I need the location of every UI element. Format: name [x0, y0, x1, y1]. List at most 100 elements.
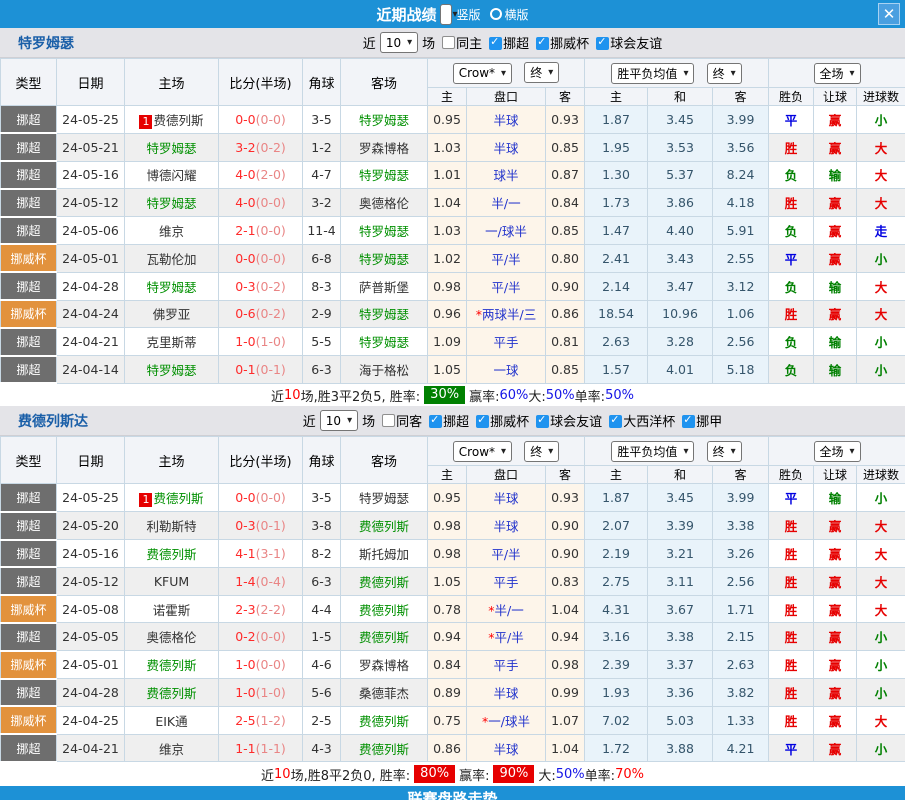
away-odds-cell: 1.04	[546, 734, 585, 762]
home-team-link[interactable]: 利勒斯特	[146, 519, 196, 534]
home-team-cell: 佛罗亚	[125, 300, 219, 328]
euro-home-cell: 1.87	[585, 484, 648, 512]
summary-segment: 10	[284, 388, 301, 403]
away-team-link[interactable]: 斯托姆加	[359, 547, 409, 562]
home-team-link[interactable]: 特罗姆瑟	[146, 141, 196, 156]
league-filter-label: 球会友谊	[550, 415, 602, 430]
handicap-cell: 球半	[467, 161, 546, 189]
scope-select[interactable]: 全场	[814, 63, 861, 84]
league-handicap-trend-bar[interactable]: 联赛盘路走势	[0, 786, 905, 800]
match-count-select[interactable]: 10	[380, 32, 418, 53]
away-team-link[interactable]: 海于格松	[359, 363, 409, 378]
away-team-cell: 罗森博格	[341, 133, 428, 161]
odds-final-select[interactable]: 终	[524, 62, 559, 83]
match-count-select[interactable]: 10	[320, 410, 358, 431]
home-team-link[interactable]: 特罗姆瑟	[146, 196, 196, 211]
home-team-link[interactable]: 诺霍斯	[153, 603, 191, 618]
away-team-link[interactable]: 费德列斯	[359, 519, 409, 534]
home-team-link[interactable]: 维京	[159, 742, 184, 757]
euro-away-cell: 1.06	[713, 300, 769, 328]
summary-segment: 赢率:	[469, 386, 499, 405]
euro-odds-select[interactable]: 胜平负均值	[611, 63, 694, 84]
home-team-link[interactable]: 特罗姆瑟	[146, 280, 196, 295]
euro-odds-select[interactable]: 胜平负均值	[611, 441, 694, 462]
corner-cell: 4-7	[303, 161, 341, 189]
home-team-link[interactable]: 费德列斯	[146, 658, 196, 673]
away-team-link[interactable]: 特罗姆瑟	[359, 252, 409, 267]
away-team-link[interactable]: 罗森博格	[359, 141, 409, 156]
euro-home-cell: 3.16	[585, 623, 648, 651]
result-cell: 负	[769, 272, 814, 300]
handicap-cell: 平/半	[467, 540, 546, 568]
home-team-link[interactable]: 克里斯蒂	[146, 335, 196, 350]
home-odds-cell: 0.86	[428, 734, 467, 762]
away-team-link[interactable]: 特罗姆瑟	[359, 168, 409, 183]
league-filter-checkbox[interactable]	[429, 415, 442, 428]
home-team-link[interactable]: 博德闪耀	[146, 168, 196, 183]
away-team-link[interactable]: 费德列斯	[359, 630, 409, 645]
vertical-layout-radio[interactable]	[440, 4, 452, 25]
home-team-link[interactable]: 维京	[159, 224, 184, 239]
home-team-cell: 费德列斯	[125, 540, 219, 568]
away-team-link[interactable]: 费德列斯	[359, 603, 409, 618]
away-team-link[interactable]: 费德列斯	[359, 742, 409, 757]
col-corner: 角球	[303, 437, 341, 484]
odds-final-select[interactable]: 终	[524, 441, 559, 462]
home-team-link[interactable]: 佛罗亚	[153, 307, 191, 322]
euro-away-cell: 8.24	[713, 161, 769, 189]
euro-away-cell: 5.91	[713, 217, 769, 245]
league-filter-checkbox[interactable]	[682, 415, 695, 428]
away-team-link[interactable]: 特罗姆瑟	[359, 491, 409, 506]
odds-provider-select[interactable]: Crow*	[453, 441, 512, 462]
euro-draw-cell: 3.37	[648, 651, 713, 679]
score-cell: 0-0(0-0)	[219, 484, 303, 512]
league-filter-checkbox[interactable]	[609, 415, 622, 428]
sub-away-odds: 客	[546, 88, 585, 106]
scope-select[interactable]: 全场	[814, 441, 861, 462]
euro-final-select[interactable]: 终	[707, 441, 742, 462]
home-team-link[interactable]: 瓦勒伦加	[146, 252, 196, 267]
home-team-link[interactable]: 奥德格伦	[146, 630, 196, 645]
league-type-cell: 挪威杯	[1, 300, 57, 328]
date-cell: 24-04-28	[57, 679, 125, 707]
league-filter-checkbox[interactable]	[536, 37, 549, 50]
score-cell: 4-1(3-1)	[219, 540, 303, 568]
euro-home-cell: 1.30	[585, 161, 648, 189]
same-venue-checkbox[interactable]	[442, 36, 455, 49]
home-team-link[interactable]: 费德列斯	[153, 113, 203, 128]
euro-away-cell: 3.12	[713, 272, 769, 300]
euro-draw-cell: 3.88	[648, 734, 713, 762]
away-team-link[interactable]: 特罗姆瑟	[359, 335, 409, 350]
close-icon[interactable]: ✕	[878, 3, 900, 25]
home-team-link[interactable]: EIK通	[155, 714, 187, 729]
away-team-link[interactable]: 特罗姆瑟	[359, 307, 409, 322]
odds-provider-select[interactable]: Crow*	[453, 63, 512, 84]
league-filter-checkbox[interactable]	[536, 415, 549, 428]
sub-handicap-result: 让球	[814, 88, 857, 106]
home-team-link[interactable]: 费德列斯	[146, 547, 196, 562]
home-team-link[interactable]: 费德列斯	[153, 491, 203, 506]
away-team-link[interactable]: 萨普斯堡	[359, 280, 409, 295]
league-filter-checkbox[interactable]	[489, 37, 502, 50]
horizontal-layout-radio[interactable]	[490, 8, 502, 20]
away-team-link[interactable]: 特罗姆瑟	[359, 224, 409, 239]
home-team-cell: KFUM	[125, 567, 219, 595]
away-team-link[interactable]: 罗森博格	[359, 658, 409, 673]
away-team-link[interactable]: 费德列斯	[359, 714, 409, 729]
result-cell: 平	[769, 244, 814, 272]
euro-final-select[interactable]: 终	[707, 63, 742, 84]
away-team-cell: 费德列斯	[341, 567, 428, 595]
league-filter-checkbox[interactable]	[596, 37, 609, 50]
away-team-link[interactable]: 特罗姆瑟	[359, 113, 409, 128]
home-odds-cell: 0.96	[428, 300, 467, 328]
away-team-link[interactable]: 费德列斯	[359, 575, 409, 590]
league-filter-checkbox[interactable]	[476, 415, 489, 428]
home-team-link[interactable]: KFUM	[154, 574, 189, 589]
same-venue-checkbox[interactable]	[382, 414, 395, 427]
summary-segment: 60%	[499, 388, 528, 403]
home-team-link[interactable]: 特罗姆瑟	[146, 363, 196, 378]
date-cell: 24-05-12	[57, 567, 125, 595]
away-team-link[interactable]: 奥德格伦	[359, 196, 409, 211]
home-team-link[interactable]: 费德列斯	[146, 686, 196, 701]
away-team-link[interactable]: 桑德菲杰	[359, 686, 409, 701]
